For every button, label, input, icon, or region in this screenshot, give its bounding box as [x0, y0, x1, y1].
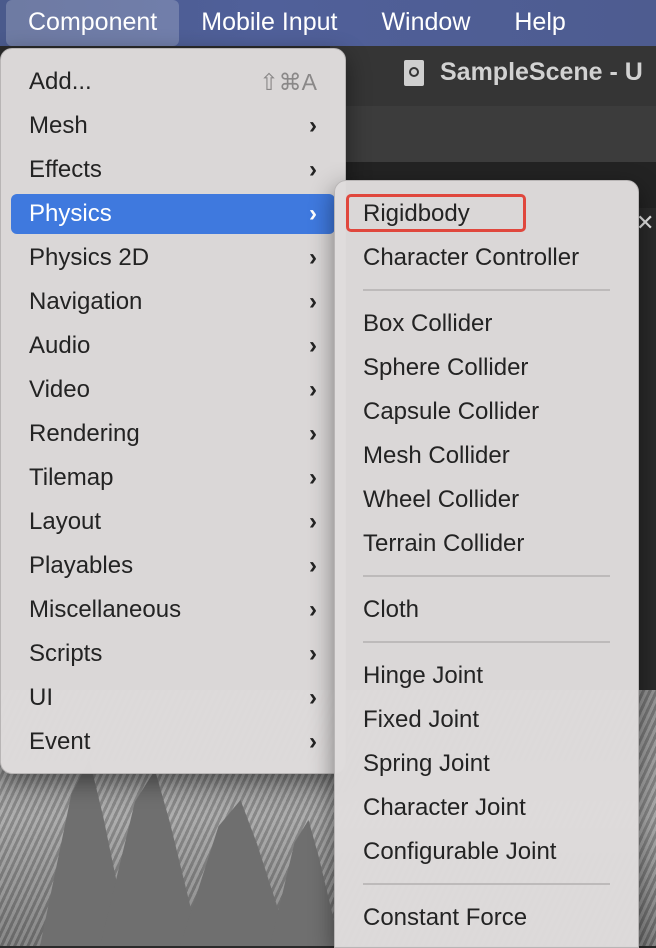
chevron-right-icon: › [309, 332, 317, 359]
menubar-help[interactable]: Help [492, 0, 587, 46]
chevron-right-icon: › [309, 508, 317, 535]
menu-item-effects[interactable]: Effects › [11, 150, 335, 190]
submenu-item-mesh-collider[interactable]: Mesh Collider [345, 436, 628, 476]
submenu-item-capsule-collider[interactable]: Capsule Collider [345, 392, 628, 432]
submenu-item-label: Character Joint [363, 794, 526, 821]
menu-item-label: Audio [29, 332, 91, 359]
menu-bar: Component Mobile Input Window Help [0, 0, 656, 46]
submenu-item-label: Box Collider [363, 310, 493, 337]
chevron-right-icon: › [309, 156, 317, 183]
menu-item-label: Scripts [29, 640, 103, 667]
menu-separator [363, 641, 610, 643]
chevron-right-icon: › [309, 596, 317, 623]
chevron-right-icon: › [309, 112, 317, 139]
chevron-right-icon: › [309, 288, 317, 315]
chevron-right-icon: › [309, 684, 317, 711]
submenu-item-label: Constant Force [363, 904, 528, 931]
submenu-item-constant-force[interactable]: Constant Force [345, 898, 628, 938]
menu-item-label: Tilemap [29, 464, 114, 491]
menu-item-event[interactable]: Event › [11, 722, 335, 762]
menu-item-label: Video [29, 376, 90, 403]
menu-item-tilemap[interactable]: Tilemap › [11, 458, 335, 498]
submenu-item-character-controller[interactable]: Character Controller [345, 238, 628, 278]
submenu-item-label: Mesh Collider [363, 442, 510, 469]
menu-separator [363, 289, 610, 291]
menu-item-label: Mesh [29, 112, 88, 139]
chevron-right-icon: › [309, 244, 317, 271]
chevron-right-icon: › [309, 728, 317, 755]
menu-item-playables[interactable]: Playables › [11, 546, 335, 586]
menu-item-label: Rendering [29, 420, 140, 447]
menubar-component[interactable]: Component [6, 0, 180, 46]
chevron-right-icon: › [309, 464, 317, 491]
menu-item-label: UI [29, 684, 53, 711]
menu-item-label: Miscellaneous [29, 596, 182, 623]
menu-item-physics-2d[interactable]: Physics 2D › [11, 238, 335, 278]
chevron-right-icon: › [309, 640, 317, 667]
menu-item-add[interactable]: Add... ⇧⌘A [11, 62, 335, 102]
submenu-item-label: Sphere Collider [363, 354, 529, 381]
submenu-item-cloth[interactable]: Cloth [345, 590, 628, 630]
submenu-item-character-joint[interactable]: Character Joint [345, 788, 628, 828]
submenu-item-terrain-collider[interactable]: Terrain Collider [345, 524, 628, 564]
physics-submenu: Rigidbody Character Controller Box Colli… [334, 180, 639, 948]
submenu-item-label: Wheel Collider [363, 486, 520, 513]
menu-item-label: Effects [29, 156, 102, 183]
unity-scene-icon [404, 60, 424, 86]
submenu-item-label: Terrain Collider [363, 530, 525, 557]
menu-item-audio[interactable]: Audio › [11, 326, 335, 366]
submenu-item-wheel-collider[interactable]: Wheel Collider [345, 480, 628, 520]
menu-item-layout[interactable]: Layout › [11, 502, 335, 542]
component-menu: Add... ⇧⌘A Mesh › Effects › Physics › Ph… [0, 48, 346, 774]
submenu-item-label: Cloth [363, 596, 420, 623]
menu-item-physics[interactable]: Physics › [11, 194, 335, 234]
submenu-item-label: Fixed Joint [363, 706, 480, 733]
chevron-right-icon: › [309, 376, 317, 403]
submenu-item-label: Configurable Joint [363, 838, 557, 865]
submenu-item-box-collider[interactable]: Box Collider [345, 304, 628, 344]
menu-item-video[interactable]: Video › [11, 370, 335, 410]
submenu-item-label: Spring Joint [363, 750, 490, 777]
menubar-mobile-input[interactable]: Mobile Input [179, 0, 359, 46]
menu-item-label: Event [29, 728, 91, 755]
editor-window-title: SampleScene - U [440, 58, 643, 86]
highlight-annotation-box [346, 194, 526, 232]
submenu-item-hinge-joint[interactable]: Hinge Joint [345, 656, 628, 696]
menu-item-mesh[interactable]: Mesh › [11, 106, 335, 146]
menu-item-label: Layout [29, 508, 102, 535]
menu-item-rendering[interactable]: Rendering › [11, 414, 335, 454]
submenu-item-spring-joint[interactable]: Spring Joint [345, 744, 628, 784]
menubar-window[interactable]: Window [359, 0, 492, 46]
menu-item-label: Navigation [29, 288, 143, 315]
menu-item-label: Add... [29, 68, 92, 95]
menu-separator [363, 883, 610, 885]
chevron-right-icon: › [309, 200, 317, 227]
submenu-item-label: Character Controller [363, 244, 580, 271]
menu-item-label: Physics [29, 200, 112, 227]
menu-separator [363, 575, 610, 577]
submenu-item-label: Hinge Joint [363, 662, 484, 689]
submenu-item-label: Capsule Collider [363, 398, 540, 425]
editor-toolbar [330, 106, 656, 162]
menu-item-label: Physics 2D [29, 244, 150, 271]
submenu-item-configurable-joint[interactable]: Configurable Joint [345, 832, 628, 872]
submenu-item-fixed-joint[interactable]: Fixed Joint [345, 700, 628, 740]
menu-item-navigation[interactable]: Navigation › [11, 282, 335, 322]
shortcut-label: ⇧⌘A [259, 69, 317, 95]
submenu-item-sphere-collider[interactable]: Sphere Collider [345, 348, 628, 388]
menu-item-ui[interactable]: UI › [11, 678, 335, 718]
menu-item-scripts[interactable]: Scripts › [11, 634, 335, 674]
menu-item-label: Playables [29, 552, 134, 579]
menu-item-miscellaneous[interactable]: Miscellaneous › [11, 590, 335, 630]
chevron-right-icon: › [309, 420, 317, 447]
chevron-right-icon: › [309, 552, 317, 579]
